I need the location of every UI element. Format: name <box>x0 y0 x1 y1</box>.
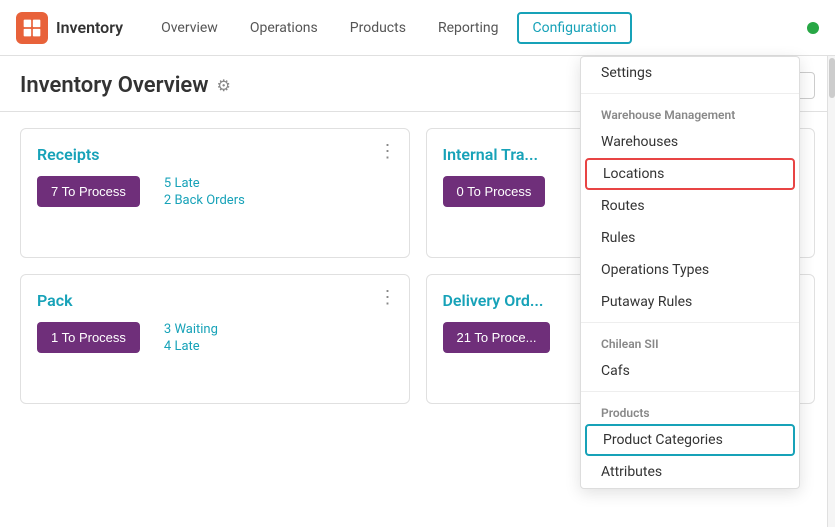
dropdown-item-rules[interactable]: Rules <box>581 222 799 254</box>
internal-process-button[interactable]: 0 To Process <box>443 176 546 207</box>
dropdown-item-attributes[interactable]: Attributes <box>581 456 799 488</box>
card-menu-pack[interactable]: ⋮ <box>379 287 397 308</box>
card-title-pack: Pack <box>37 291 393 310</box>
receipts-process-button[interactable]: 7 To Process <box>37 176 140 207</box>
card-body-pack: 1 To Process 3 Waiting 4 Late <box>37 322 393 354</box>
nav-item-operations[interactable]: Operations <box>236 14 332 42</box>
delivery-process-button[interactable]: 21 To Proce... <box>443 322 551 353</box>
dropdown-section-chilean: Chilean SII <box>581 327 799 355</box>
dropdown-item-operations-types[interactable]: Operations Types <box>581 254 799 286</box>
gear-icon[interactable]: ⚙ <box>217 76 231 95</box>
dropdown-item-warehouses[interactable]: Warehouses <box>581 126 799 158</box>
receipts-stat-0: 5 Late <box>164 176 245 191</box>
dropdown-section-warehouse: Warehouse Management <box>581 98 799 126</box>
pack-stat-0: 3 Waiting <box>164 322 218 337</box>
dropdown-section-products: Products <box>581 396 799 424</box>
card-title-receipts: Receipts <box>37 145 393 164</box>
navbar: Inventory Overview Operations Products R… <box>0 0 835 56</box>
divider-2 <box>581 322 799 323</box>
card-stats-pack: 3 Waiting 4 Late <box>164 322 218 354</box>
configuration-dropdown: Settings Warehouse Management Warehouses… <box>580 56 800 489</box>
nav-item-configuration[interactable]: Configuration <box>517 12 633 44</box>
divider-3 <box>581 391 799 392</box>
card-menu-receipts[interactable]: ⋮ <box>379 141 397 162</box>
app-logo[interactable] <box>16 12 48 44</box>
nav-brand: Inventory <box>56 18 123 37</box>
scrollbar-thumb <box>829 58 835 98</box>
dropdown-item-putaway-rules[interactable]: Putaway Rules <box>581 286 799 318</box>
pack-process-button[interactable]: 1 To Process <box>37 322 140 353</box>
page-title-area: Inventory Overview ⚙ <box>20 73 231 98</box>
dropdown-item-cafs[interactable]: Cafs <box>581 355 799 387</box>
nav-items: Overview Operations Products Reporting C… <box>147 12 807 44</box>
receipts-stat-1: 2 Back Orders <box>164 193 245 208</box>
nav-item-products[interactable]: Products <box>336 14 420 42</box>
page-title: Inventory Overview <box>20 73 209 98</box>
status-dot <box>807 22 819 34</box>
pack-stat-1: 4 Late <box>164 339 218 354</box>
dropdown-item-product-categories[interactable]: Product Categories <box>585 424 795 456</box>
card-stats-receipts: 5 Late 2 Back Orders <box>164 176 245 208</box>
scrollbar[interactable] <box>827 56 835 527</box>
nav-item-reporting[interactable]: Reporting <box>424 14 513 42</box>
card-body-receipts: 7 To Process 5 Late 2 Back Orders <box>37 176 393 208</box>
card-pack: Pack ⋮ 1 To Process 3 Waiting 4 Late <box>20 274 410 404</box>
dropdown-item-locations[interactable]: Locations <box>585 158 795 190</box>
dropdown-item-routes[interactable]: Routes <box>581 190 799 222</box>
nav-item-overview[interactable]: Overview <box>147 14 232 42</box>
card-receipts: Receipts ⋮ 7 To Process 5 Late 2 Back Or… <box>20 128 410 258</box>
dropdown-item-settings[interactable]: Settings <box>581 57 799 89</box>
divider-1 <box>581 93 799 94</box>
